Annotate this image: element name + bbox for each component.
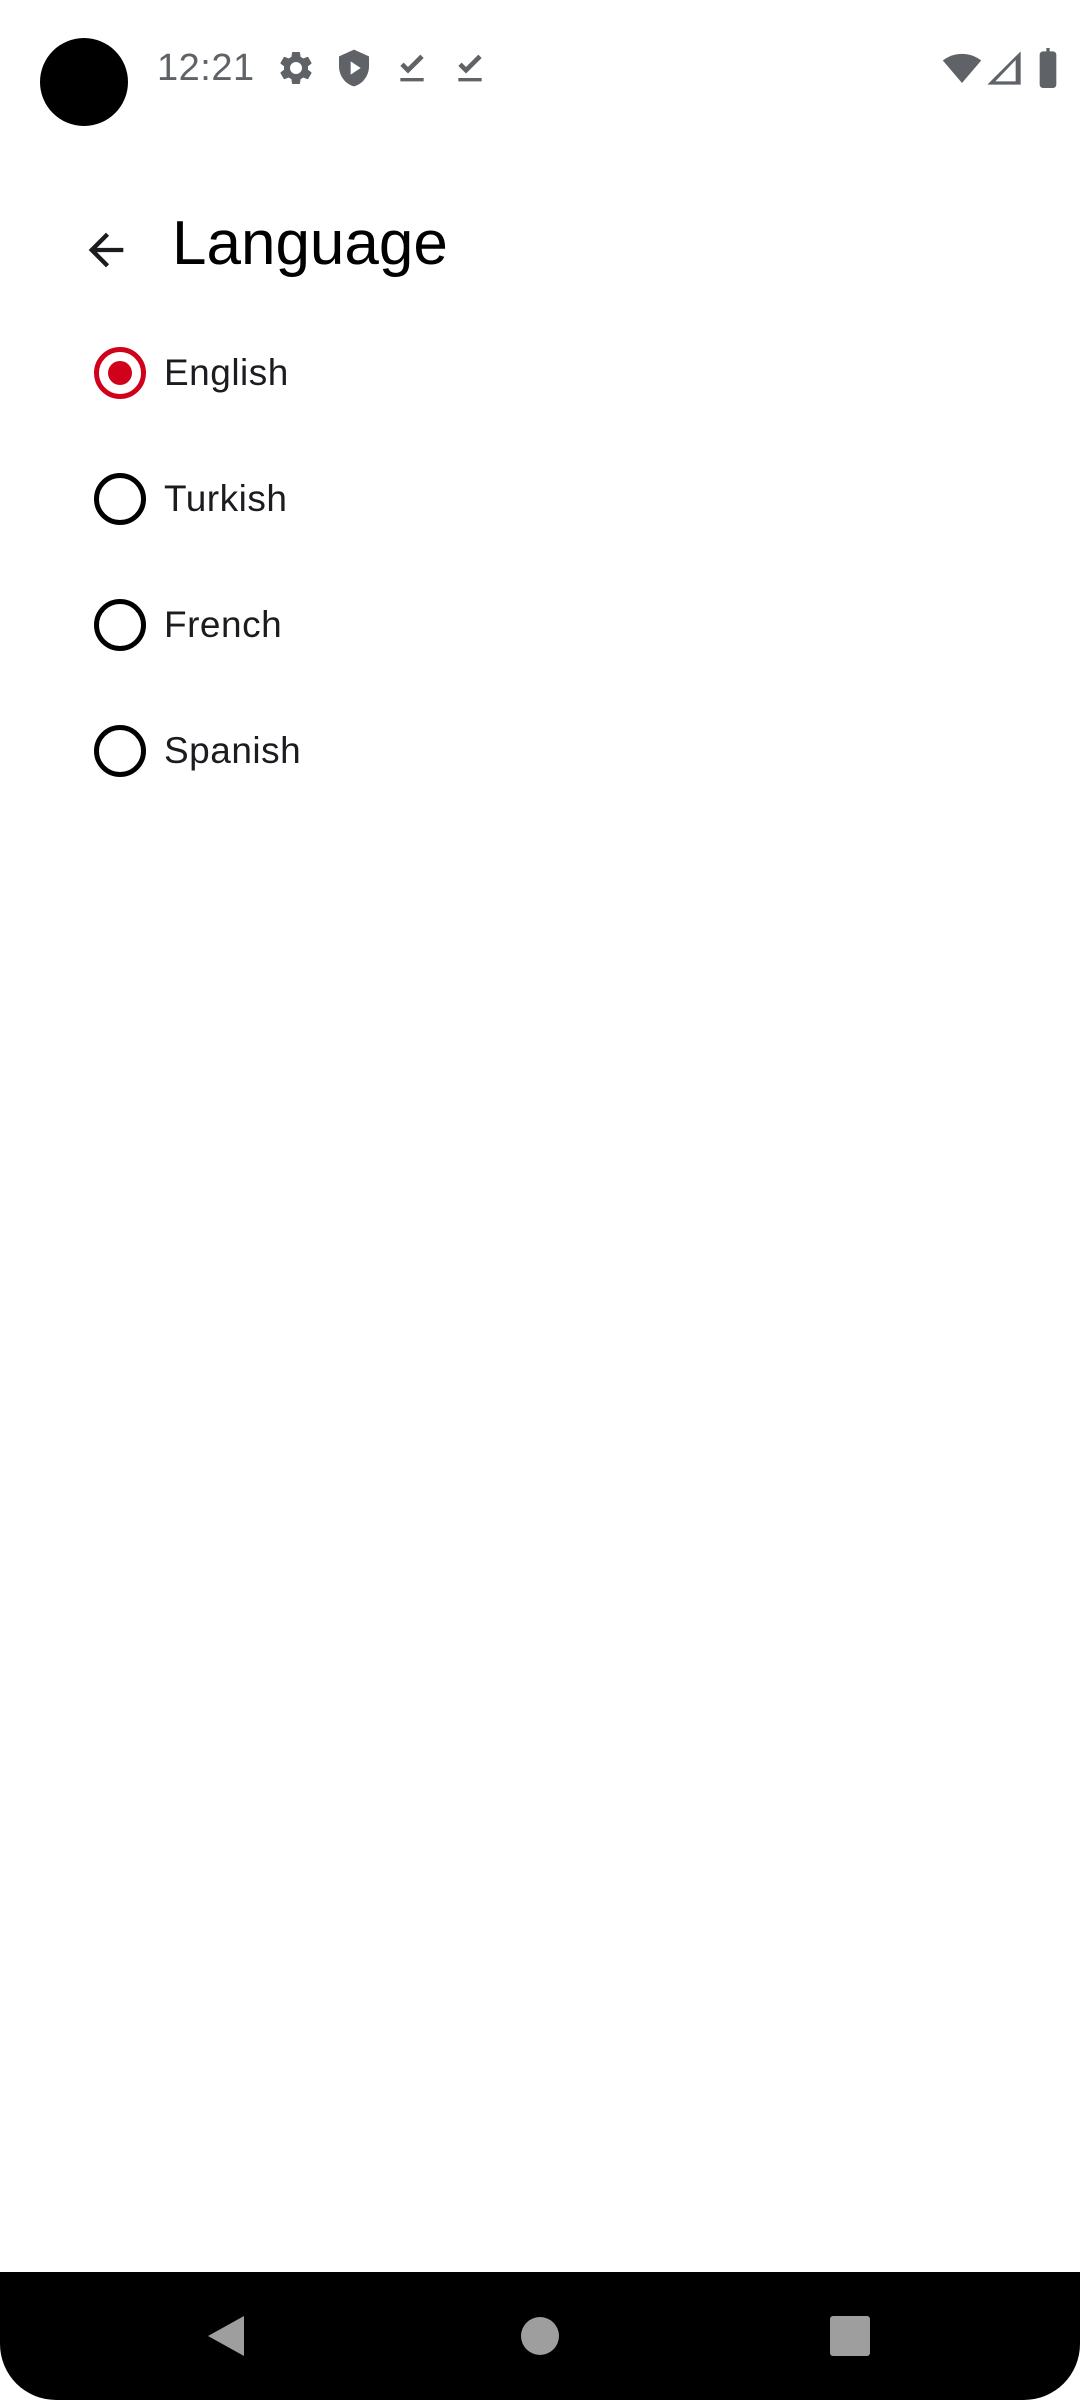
language-option-turkish[interactable]: Turkish bbox=[0, 436, 1080, 562]
home-circle-icon bbox=[521, 2317, 559, 2355]
recents-square-icon bbox=[830, 2316, 870, 2356]
language-option-label: Spanish bbox=[164, 730, 302, 771]
radio-button-checked[interactable] bbox=[94, 347, 146, 399]
shield-play-icon bbox=[334, 48, 374, 88]
status-bar: 12:21 bbox=[0, 0, 1080, 136]
language-option-label: Turkish bbox=[164, 478, 288, 519]
back-triangle-icon bbox=[208, 2316, 244, 2356]
page-title: Language bbox=[172, 209, 448, 278]
download-done-icon bbox=[392, 48, 432, 88]
language-radio-group: English Turkish French Spanish bbox=[0, 310, 1080, 814]
nav-back-button[interactable] bbox=[186, 2296, 266, 2376]
nav-recents-button[interactable] bbox=[810, 2296, 890, 2376]
battery-icon bbox=[1030, 48, 1066, 88]
system-navigation-bar bbox=[0, 2272, 1080, 2400]
app-bar: Language bbox=[0, 180, 1080, 308]
radio-button[interactable] bbox=[94, 473, 146, 525]
language-option-spanish[interactable]: Spanish bbox=[0, 688, 1080, 814]
download-done-icon bbox=[450, 48, 490, 88]
wifi-icon bbox=[942, 48, 982, 88]
language-option-label: French bbox=[164, 604, 283, 645]
radio-button[interactable] bbox=[94, 599, 146, 651]
settings-icon bbox=[276, 48, 316, 88]
language-option-french[interactable]: French bbox=[0, 562, 1080, 688]
nav-home-button[interactable] bbox=[500, 2296, 580, 2376]
camera-cutout bbox=[40, 38, 128, 126]
status-clock: 12:21 bbox=[157, 47, 255, 89]
language-option-english[interactable]: English bbox=[0, 310, 1080, 436]
arrow-back-icon bbox=[88, 232, 124, 268]
back-button[interactable] bbox=[64, 208, 148, 292]
radio-button[interactable] bbox=[94, 725, 146, 777]
cellular-signal-icon bbox=[984, 48, 1024, 88]
language-option-label: English bbox=[164, 352, 289, 393]
